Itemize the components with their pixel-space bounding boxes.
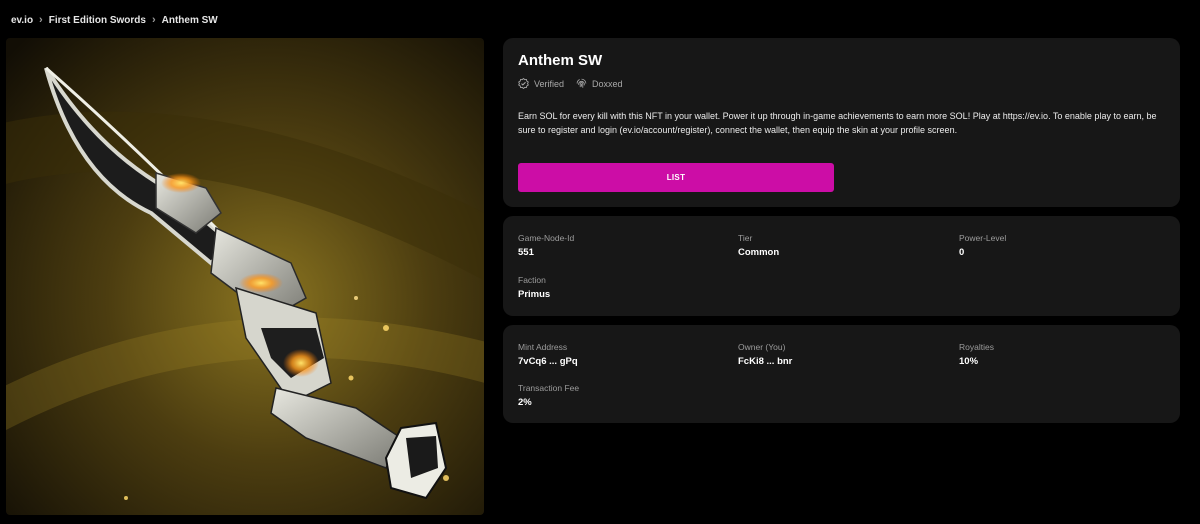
attribute-tier: Tier Common bbox=[738, 233, 779, 258]
detail-value: 10% bbox=[959, 356, 979, 367]
detail-label: Mint Address bbox=[518, 342, 568, 352]
attribute-label: Faction bbox=[518, 275, 546, 285]
item-description: Earn SOL for every kill with this NFT in… bbox=[518, 111, 1157, 135]
verified-label: Verified bbox=[534, 78, 565, 89]
badge-row: Verified Doxxed bbox=[518, 78, 623, 89]
item-summary-card: Anthem SW Verified Doxxed Earn SOL for e… bbox=[503, 38, 1180, 207]
verified-check-icon bbox=[518, 78, 529, 89]
detail-value: 2% bbox=[518, 397, 532, 408]
doxxed-label: Doxxed bbox=[592, 78, 623, 89]
attribute-label: Game-Node-Id bbox=[518, 233, 575, 243]
attribute-label: Tier bbox=[738, 233, 753, 243]
mint-address-link[interactable]: 7vCq6 ... gPq bbox=[518, 356, 578, 367]
detail-transaction-fee: Transaction Fee 2% bbox=[518, 383, 579, 408]
nft-image bbox=[6, 38, 484, 515]
owner-address-link[interactable]: FcKi8 ... bnr bbox=[738, 356, 792, 367]
attribute-value: 551 bbox=[518, 247, 534, 258]
breadcrumb-home-link[interactable]: ev.io bbox=[11, 15, 33, 26]
attribute-value: 0 bbox=[959, 247, 965, 258]
verified-badge: Verified bbox=[518, 78, 564, 89]
detail-mint-address: Mint Address 7vCq6 ... gPq bbox=[518, 342, 578, 367]
breadcrumb-separator: › bbox=[151, 14, 156, 26]
breadcrumb-collection-link[interactable]: First Edition Swords bbox=[49, 15, 146, 26]
breadcrumb-separator: › bbox=[39, 14, 43, 26]
attribute-label: Power-Level bbox=[959, 233, 1007, 243]
page-title: Anthem SW bbox=[518, 52, 603, 69]
list-button[interactable]: LIST bbox=[518, 163, 834, 192]
attribute-value: Common bbox=[738, 247, 780, 258]
detail-royalties: Royalties 10% bbox=[959, 342, 994, 367]
attribute-value: Primus bbox=[518, 289, 551, 300]
fingerprint-icon bbox=[576, 78, 587, 88]
attribute-power-level: Power-Level 0 bbox=[959, 233, 1006, 258]
details-card: Mint Address 7vCq6 ... gPq Owner (You) F… bbox=[503, 325, 1180, 423]
detail-owner: Owner (You) FcKi8 ... bnr bbox=[738, 342, 792, 367]
detail-label: Transaction Fee bbox=[518, 383, 580, 393]
sword-artwork bbox=[6, 38, 484, 515]
attribute-game-node-id: Game-Node-Id 551 bbox=[518, 233, 574, 258]
doxxed-badge: Doxxed bbox=[576, 78, 623, 89]
detail-label: Owner (You) bbox=[738, 342, 786, 352]
breadcrumb-current: Anthem SW bbox=[161, 14, 218, 26]
attribute-faction: Faction Primus bbox=[518, 275, 550, 300]
detail-label: Royalties bbox=[959, 342, 994, 352]
breadcrumb: ev.io › First Edition Swords › Anthem SW bbox=[11, 14, 218, 26]
attributes-card: Game-Node-Id 551 Tier Common Power-Level… bbox=[503, 216, 1180, 316]
